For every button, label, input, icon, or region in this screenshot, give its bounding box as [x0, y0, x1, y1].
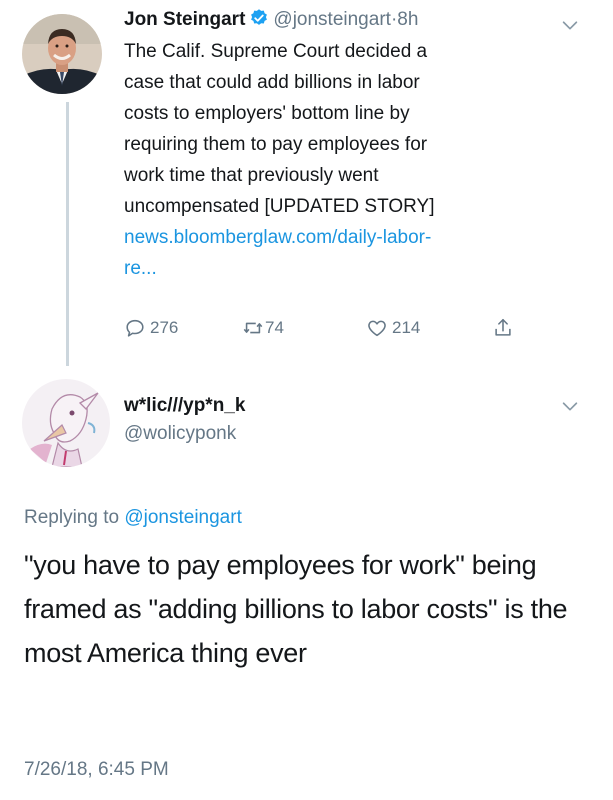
share-icon	[495, 318, 511, 336]
author-avatar[interactable]	[22, 14, 102, 94]
reply-button[interactable]: 276	[124, 313, 178, 343]
chevron-down-icon[interactable]	[559, 395, 581, 417]
tweet-header: Jon Steingart @jonsteingart·8h	[124, 6, 564, 34]
replying-to-label: Replying to	[24, 507, 120, 528]
reply-author-avatar[interactable]	[22, 379, 110, 467]
original-tweet: Jon Steingart @jonsteingart·8h The Calif.…	[0, 0, 613, 366]
verified-badge-icon	[251, 9, 268, 25]
author-handle[interactable]: @jonsteingart	[273, 9, 391, 30]
tweet-link-line[interactable]: news.bloomberglaw.com/daily-labor-	[124, 222, 556, 253]
tweet-link[interactable]: news.bloomberglaw.com/daily-labor- re...	[124, 222, 556, 284]
reply-count: 276	[150, 318, 179, 337]
retweet-icon	[243, 322, 263, 334]
reply-timestamp[interactable]: 7/26/18, 6:45 PM	[24, 759, 169, 781]
share-button[interactable]	[492, 313, 514, 343]
tweet-text-line: costs to employers' bottom line by	[124, 103, 410, 124]
tweet-body: Jon Steingart @jonsteingart·8h The Calif.…	[124, 6, 564, 284]
replying-to: Replying to @jonsteingart	[24, 507, 242, 529]
tweet-actions: 276 74 214	[124, 313, 544, 343]
retweet-count: 74	[265, 318, 284, 337]
tweet-time[interactable]: 8h	[397, 9, 418, 30]
tweet-text-line: work time that previously went	[124, 165, 379, 186]
replying-to-mention[interactable]: @jonsteingart	[124, 507, 242, 528]
tweet-text-line: uncompensated [UPDATED STORY]	[124, 196, 435, 217]
tweet-text-line: The Calif. Supreme Court decided a	[124, 41, 428, 62]
reply-author-name[interactable]: w*lic///yp*n_k	[124, 395, 245, 417]
tweet-link-line[interactable]: re...	[124, 253, 556, 284]
like-count: 214	[392, 318, 421, 337]
reply-text: "you have to pay employees for work" bei…	[24, 550, 568, 668]
author-name[interactable]: Jon Steingart	[124, 9, 245, 30]
thread-line	[66, 102, 69, 366]
tweet-text-line: case that could add billions in labor	[124, 72, 420, 93]
like-icon	[368, 320, 386, 337]
retweet-button[interactable]: 74	[242, 313, 284, 343]
reply-icon	[126, 319, 144, 337]
like-button[interactable]: 214	[366, 313, 420, 343]
chevron-down-icon[interactable]	[559, 14, 581, 36]
tweet-text-line: requiring them to pay employees for	[124, 134, 428, 155]
reply-tweet: w*lic///yp*n_k @wolicyponk Replying to @…	[0, 365, 613, 800]
tweet-text: The Calif. Supreme Court decided a case …	[124, 36, 556, 284]
reply-author-handle[interactable]: @wolicyponk	[124, 423, 236, 445]
